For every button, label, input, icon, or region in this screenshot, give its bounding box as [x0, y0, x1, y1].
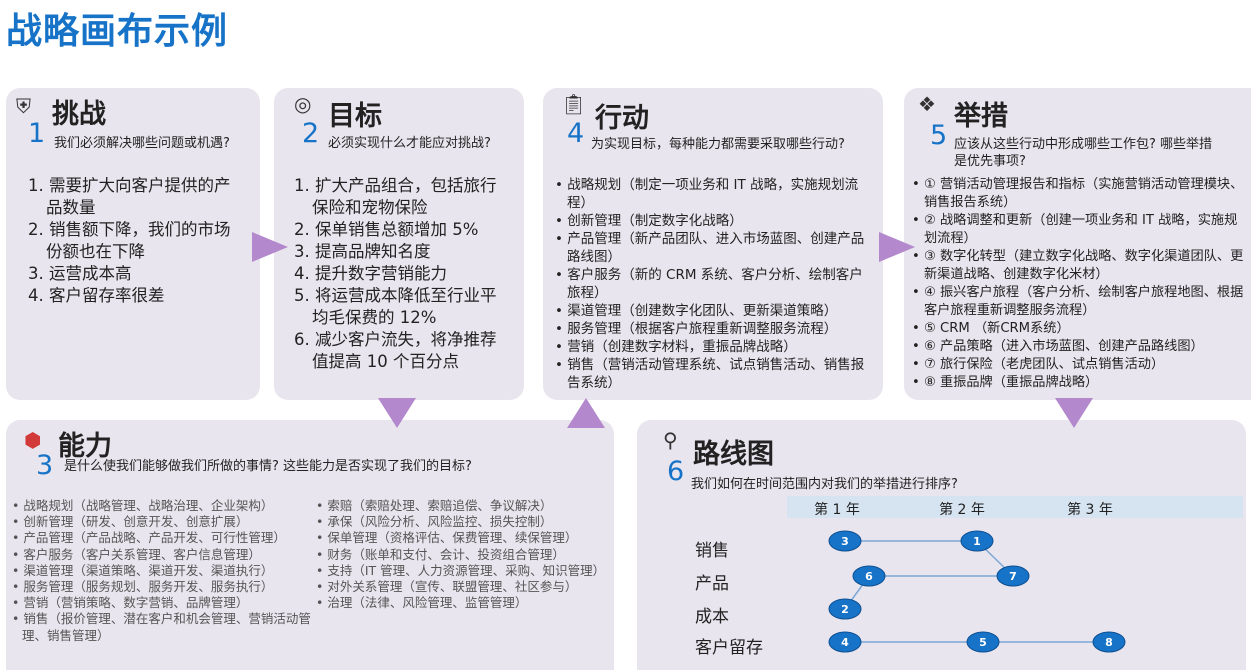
arrow-goals-to-capabilities: [378, 398, 416, 428]
list-item: ③ 数字化转型（建立数字化战略、数字化渠道团队、更新渠道战略、创建数字化米材）: [912, 248, 1248, 284]
roadmap-node: 4: [828, 631, 862, 653]
list-item: 1. 扩大产品组合，包括旅行保险和宠物保险: [294, 176, 497, 217]
list-item: 产品管理（产品战略、产品开发、可行性管理）: [12, 530, 312, 546]
list-item: 2. 销售额下降，我们的市场份额也在下降: [28, 220, 231, 261]
roadmap-node: 8: [1092, 631, 1126, 653]
list-item: 客户服务（新的 CRM 系统、客户分析、绘制客户旅程）: [555, 266, 865, 302]
page-title: 战略画布示例: [6, 11, 229, 52]
goals-question: 必须实现什么才能应对挑战?: [328, 136, 491, 151]
list-item: ① 营销活动管理报告和指标（实施营销活动管理模块、销售报告系统）: [912, 176, 1248, 212]
target-icon: ◎: [294, 92, 312, 116]
roadmap-node-label: 2: [841, 603, 849, 616]
layers-icon: ❖: [918, 92, 936, 116]
roadmap-node-label: 7: [1009, 570, 1017, 583]
list-item: 创新管理（制定数字化战略）: [555, 212, 865, 230]
list-item: 产品管理（新产品团队、进入市场蓝图、创建产品路线图）: [555, 230, 865, 266]
goals-list: 1. 扩大产品组合，包括旅行保险和宠物保险 2. 保单销售总额增加 5% 3. …: [294, 175, 508, 373]
roadmap-timeline: 3 1 6 7 2 4 5 8: [828, 530, 1126, 653]
roadmap-node-label: 5: [979, 636, 987, 649]
list-item: ⑦ 旅行保险（老虎团队、试点销售活动）: [912, 356, 1248, 374]
initiatives-list: ① 营销活动管理报告和指标（实施营销活动管理模块、销售报告系统） ② 战略调整和…: [912, 176, 1248, 392]
list-item: 治理（法律、风险管理、监管管理）: [316, 595, 606, 611]
capabilities-question: 是什么使我们能够做我们所做的事情? 这些能力是否实现了我们的目标?: [64, 459, 472, 474]
list-item: 索赔（索赔处理、索赔追偿、争议解决）: [316, 498, 606, 514]
actions-question: 为实现目标，每种能力都需要采取哪些行动?: [591, 137, 845, 152]
capabilities-list-right: 索赔（索赔处理、索赔追偿、争议解决） 承保（风险分析、风险监控、损失控制） 保单…: [316, 498, 606, 611]
arrow-initiatives-to-roadmap: [1055, 398, 1093, 428]
shield-icon: ⛨: [16, 94, 31, 118]
list-item: 1. 需要扩大向客户提供的产品数量: [28, 176, 231, 217]
list-item: ⑤ CRM （新CRM系统）: [912, 320, 1248, 338]
roadmap-node-label: 8: [1105, 636, 1113, 649]
list-item: 销售（营销活动管理系统、试点销售活动、销售报告系统）: [555, 356, 865, 392]
roadmap-node: 5: [966, 631, 1000, 653]
list-item: 承保（风险分析、风险监控、损失控制）: [316, 514, 606, 530]
arrow-capabilities-to-actions: [567, 398, 605, 428]
list-item: 服务管理（根据客户旅程重新调整服务流程）: [555, 320, 865, 338]
actions-card: 📋︎ 行动 4 为实现目标，每种能力都需要采取哪些行动? 战略规划（制定一项业务…: [543, 88, 883, 400]
actions-number: 4: [567, 118, 585, 149]
list-item: 创新管理（研发、创意开发、创意扩展）: [12, 514, 312, 530]
actions-list: 战略规划（制定一项业务和 IT 战略，实施规划流程） 创新管理（制定数字化战略）…: [555, 176, 865, 392]
list-item: ⑧ 重振品牌（重振品牌战略）: [912, 374, 1248, 392]
list-item: 支持（IT 管理、人力资源管理、采购、知识管理）: [316, 563, 606, 579]
initiatives-heading: 举措: [954, 101, 1008, 132]
list-item: 营销（创建数字材料，重振品牌战略）: [555, 338, 865, 356]
list-item: ② 战略调整和更新（创建一项业务和 IT 战略，实施规划流程）: [912, 212, 1248, 248]
list-item: ④ 振兴客户旅程（客户分析、绘制客户旅程地图、根据客户旅程重新调整服务流程）: [912, 284, 1248, 320]
list-item: 4. 客户留存率很差: [28, 286, 165, 305]
list-item: 渠道管理（创建数字化团队、更新渠道策略）: [555, 302, 865, 320]
list-item: 战略规划（制定一项业务和 IT 战略，实施规划流程）: [555, 176, 865, 212]
hexagon-icon: ⬢: [24, 428, 42, 452]
roadmap-node: 6: [852, 565, 886, 587]
list-item: 营销（营销策略、数字营销、品牌管理）: [12, 595, 312, 611]
clipboard-icon: 📋︎: [561, 92, 587, 116]
list-item: 服务管理（服务规划、服务开发、服务执行）: [12, 579, 312, 595]
list-item: 3. 提高品牌知名度: [294, 242, 431, 261]
list-item: 战略规划（战略管理、战略治理、企业架构）: [12, 498, 312, 514]
list-item: 保单管理（资格评估、保费管理、续保管理）: [316, 530, 606, 546]
challenges-heading: 挑战: [52, 99, 106, 130]
roadmap-node: 7: [996, 565, 1030, 587]
challenges-number: 1: [28, 118, 46, 149]
list-item: 4. 提升数字营销能力: [294, 264, 447, 283]
list-item: 5. 将运营成本降低至行业平均毛保费的 12%: [294, 286, 497, 327]
list-item: 3. 运营成本高: [28, 264, 132, 283]
roadmap-node: 1: [960, 530, 994, 552]
list-item: 财务（账单和支付、会计、投资组合管理）: [316, 547, 606, 563]
list-item: 销售（报价管理、潜在客户和机会管理、营销活动管理、销售管理）: [12, 611, 312, 643]
capabilities-list-left: 战略规划（战略管理、战略治理、企业架构） 创新管理（研发、创意开发、创意扩展） …: [12, 498, 312, 644]
list-item: 客户服务（客户关系管理、客户信息管理）: [12, 547, 312, 563]
challenges-list: 1. 需要扩大向客户提供的产品数量 2. 销售额下降，我们的市场份额也在下降 3…: [28, 175, 238, 307]
list-item: 6. 减少客户流失，将净推荐值提高 10 个百分点: [294, 330, 497, 371]
goals-number: 2: [302, 118, 320, 149]
capabilities-card: ⬢ 能力 3 是什么使我们能够做我们所做的事情? 这些能力是否实现了我们的目标?…: [6, 420, 614, 670]
list-item: 2. 保单销售总额增加 5%: [294, 220, 479, 239]
roadmap-node: 3: [828, 530, 862, 552]
capabilities-number: 3: [36, 450, 54, 481]
roadmap-node-label: 1: [973, 535, 981, 548]
goals-heading: 目标: [328, 101, 382, 132]
roadmap-node-label: 3: [841, 535, 849, 548]
roadmap-card: ⚲ 路线图 6 我们如何在时间范围内对我们的举措进行排序? 第 1 年 第 2 …: [637, 420, 1246, 670]
initiatives-card: ❖ 举措 5 应该从这些行动中形成哪些工作包? 哪些举措是优先事项? ① 营销活…: [904, 88, 1251, 400]
initiatives-number: 5: [930, 120, 948, 151]
roadmap-node-label: 4: [841, 636, 849, 649]
list-item: 渠道管理（渠道策略、渠道开发、渠道执行）: [12, 563, 312, 579]
challenges-question: 我们必须解决哪些问题或机遇?: [54, 136, 230, 151]
goals-card: ◎ 目标 2 必须实现什么才能应对挑战? 1. 扩大产品组合，包括旅行保险和宠物…: [274, 88, 524, 400]
roadmap-node: 2: [828, 598, 862, 620]
arrow-actions-to-initiatives: [879, 232, 915, 262]
list-item: ⑥ 产品策略（进入市场蓝图、创建产品路线图）: [912, 338, 1248, 356]
list-item: 对外关系管理（宣传、联盟管理、社区参与）: [316, 579, 606, 595]
arrow-challenges-to-goals: [252, 232, 288, 262]
challenges-card: ⛨ 挑战 1 我们必须解决哪些问题或机遇? 1. 需要扩大向客户提供的产品数量 …: [6, 88, 260, 400]
initiatives-question: 应该从这些行动中形成哪些工作包? 哪些举措是优先事项?: [954, 137, 1213, 169]
actions-heading: 行动: [595, 103, 649, 134]
roadmap-node-label: 6: [865, 570, 873, 583]
